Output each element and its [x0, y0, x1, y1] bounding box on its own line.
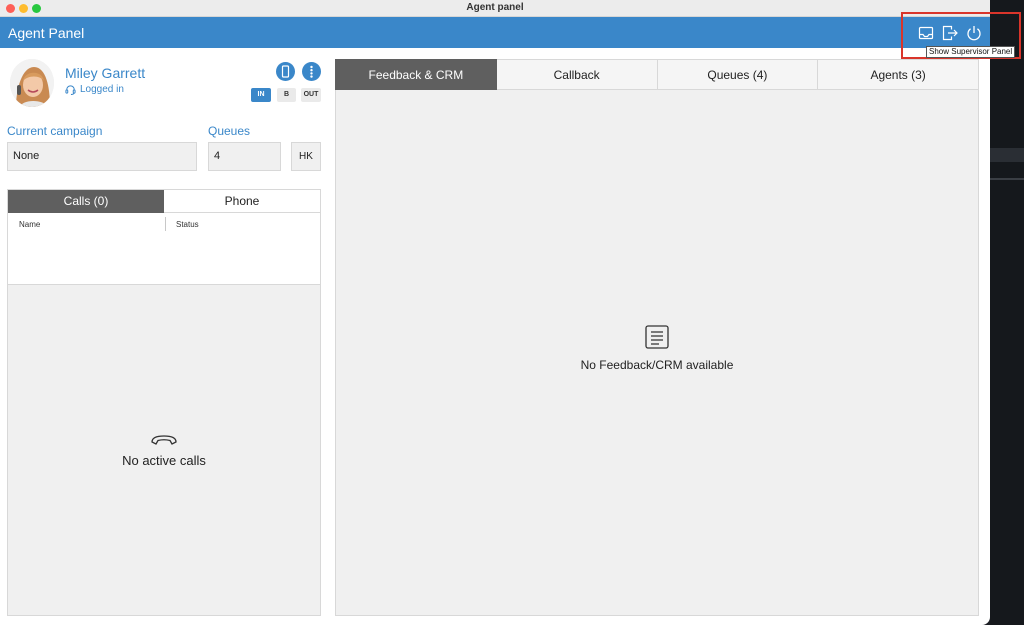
no-calls-text: No active calls — [122, 453, 206, 468]
column-header-status[interactable]: Status — [176, 220, 199, 229]
document-icon — [645, 325, 669, 349]
tab-agents[interactable]: Agents (3) — [818, 59, 979, 90]
app-title: Agent Panel — [8, 25, 85, 41]
tab-calls[interactable]: Calls (0) — [8, 190, 164, 213]
desktop-window-edge-line — [990, 178, 1024, 180]
column-divider[interactable] — [165, 217, 166, 231]
feedback-crm-content: No Feedback/CRM available — [335, 90, 979, 616]
supervisor-panel-tooltip: Show Supervisor Panel — [926, 46, 1016, 58]
calls-table: Name Status — [8, 213, 320, 285]
mobile-phone-icon — [281, 65, 290, 78]
calls-tabs: Calls (0) Phone — [8, 190, 320, 213]
empty-state-text: No Feedback/CRM available — [580, 358, 734, 372]
state-out-button[interactable]: OUT — [301, 88, 321, 102]
agent-status-label: Logged in — [80, 84, 124, 95]
queues-label: Queues — [208, 124, 251, 138]
app-header: Agent Panel — [0, 17, 990, 48]
campaign-label: Current campaign — [7, 124, 103, 138]
dialpad-button[interactable] — [302, 62, 321, 81]
agent-status: Logged in — [65, 84, 124, 95]
tab-feedback-crm[interactable]: Feedback & CRM — [335, 59, 497, 90]
agent-panel-window: Agent panel Agent Panel Miley Garrett Lo… — [0, 0, 990, 625]
agent-name: Miley Garrett — [65, 65, 146, 81]
hk-button[interactable]: HK — [291, 142, 321, 171]
tab-queues[interactable]: Queues (4) — [657, 59, 819, 90]
calls-panel: Calls (0) Phone Name Status No active ca… — [7, 189, 321, 616]
empty-state: No Feedback/CRM available — [336, 324, 978, 372]
phone-device-button[interactable] — [276, 62, 295, 81]
tab-callback[interactable]: Callback — [496, 59, 658, 90]
hangup-phone-icon — [151, 435, 177, 445]
headset-icon — [65, 85, 76, 95]
desktop-window-edge — [990, 148, 1024, 162]
tab-phone[interactable]: Phone — [164, 190, 320, 213]
desktop-background — [990, 0, 1024, 625]
title-bar: Agent panel — [0, 0, 990, 17]
dialpad-icon — [310, 65, 313, 78]
campaign-field[interactable]: None — [7, 142, 197, 171]
column-header-name[interactable]: Name — [19, 220, 40, 229]
state-break-button[interactable]: B — [277, 88, 296, 102]
queues-field[interactable]: 4 — [208, 142, 281, 171]
no-calls-state: No active calls — [8, 433, 320, 468]
avatar — [10, 59, 54, 107]
main-tabs: Feedback & CRM Callback Queues (4) Agent… — [335, 59, 979, 90]
window-title: Agent panel — [466, 2, 524, 13]
state-in-button[interactable]: IN — [251, 88, 271, 102]
